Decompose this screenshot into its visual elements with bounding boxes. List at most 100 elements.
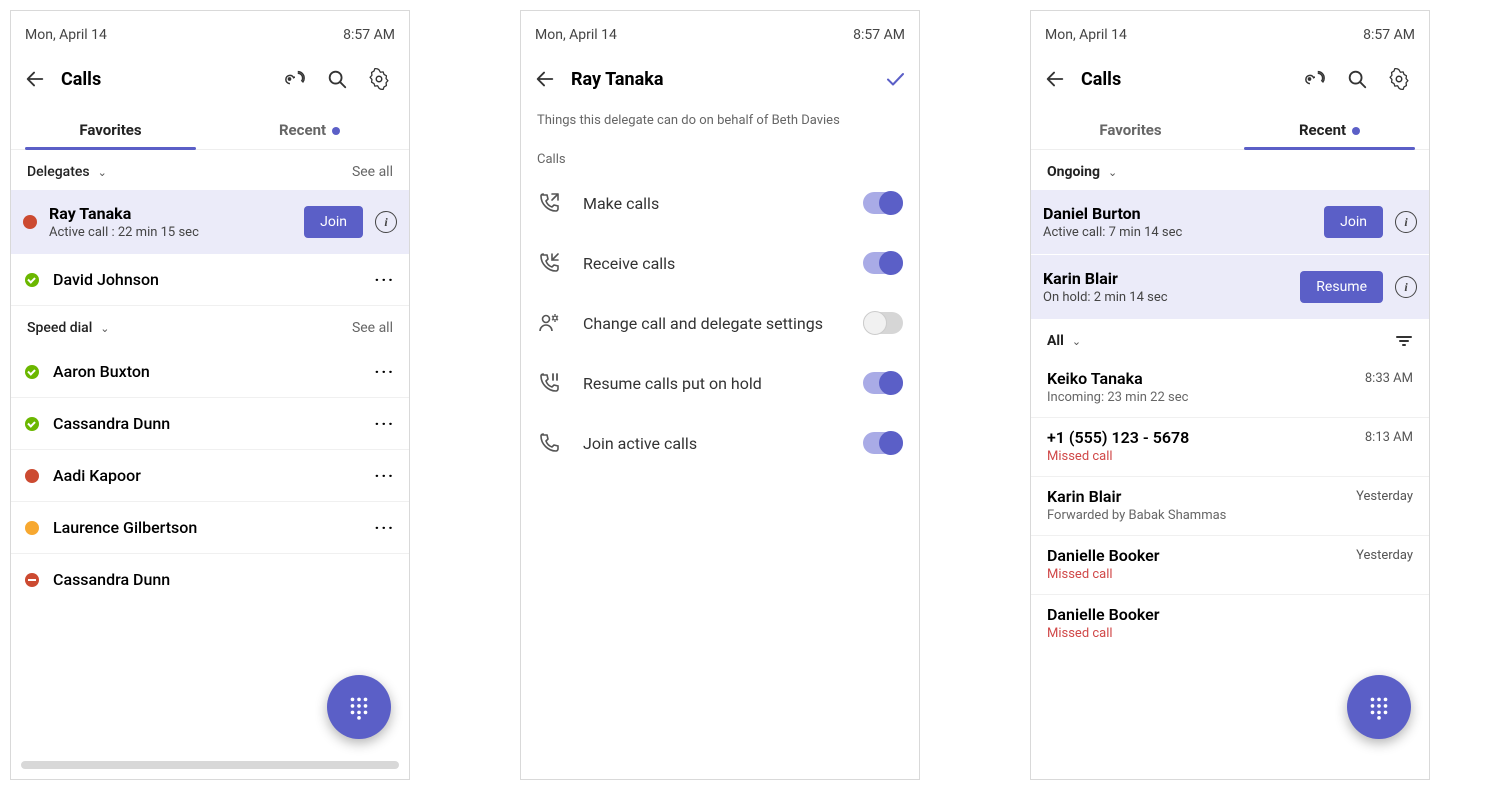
voicemail-icon: [1304, 68, 1326, 90]
scrollbar[interactable]: [21, 761, 399, 769]
contact-name: Aaron Buxton: [53, 362, 361, 381]
back-button[interactable]: [15, 59, 55, 99]
chevron-down-icon: ⌄: [1108, 166, 1117, 179]
gear-icon: [368, 68, 390, 90]
tab-favorites[interactable]: Favorites: [11, 107, 210, 149]
resume-button[interactable]: Resume: [1300, 271, 1383, 303]
more-button[interactable]: ···: [375, 270, 395, 289]
permission-row: Make calls: [521, 173, 919, 233]
more-button[interactable]: ···: [375, 414, 395, 433]
toggle-resume-calls[interactable]: [863, 372, 903, 394]
confirm-button[interactable]: [875, 59, 915, 99]
recent-name: +1 (555) 123 - 5678: [1047, 428, 1189, 447]
permissions-subtitle: Things this delegate can do on behalf of…: [521, 107, 919, 146]
recent-row[interactable]: Danielle Booker Missed call Yesterday: [1031, 536, 1429, 595]
presence-available-icon: [25, 417, 39, 431]
status-bar: Mon, April 14 8:57 AM: [1031, 11, 1429, 51]
status-time: 8:57 AM: [853, 27, 905, 43]
recent-row[interactable]: +1 (555) 123 - 5678 Missed call 8:13 AM: [1031, 418, 1429, 477]
recent-name: Danielle Booker: [1047, 546, 1160, 565]
active-call-status: Active call : 22 min 15 sec: [49, 225, 292, 240]
see-all-link[interactable]: See all: [352, 320, 393, 336]
contact-row[interactable]: Aadi Kapoor ···: [11, 450, 409, 502]
ongoing-name: Daniel Burton: [1043, 204, 1312, 223]
status-date: Mon, April 14: [535, 27, 617, 43]
join-button[interactable]: Join: [304, 206, 363, 238]
tab-recent[interactable]: Recent: [210, 107, 409, 149]
section-toggle[interactable]: Speed dial ⌄: [27, 320, 110, 336]
presence-dnd-icon: [25, 573, 39, 587]
voicemail-button[interactable]: [1295, 59, 1335, 99]
back-button[interactable]: [525, 59, 565, 99]
ongoing-call-card[interactable]: Daniel Burton Active call: 7 min 14 sec …: [1031, 190, 1429, 254]
section-delegates: Delegates ⌄ See all: [11, 150, 409, 190]
search-icon: [1346, 68, 1368, 90]
contact-row[interactable]: Cassandra Dunn ···: [11, 398, 409, 450]
check-icon: [883, 67, 907, 91]
info-button[interactable]: i: [1395, 211, 1417, 233]
phone-in-icon: [537, 251, 561, 275]
back-button[interactable]: [1035, 59, 1075, 99]
chevron-down-icon: ⌄: [98, 166, 107, 179]
toggle-join-active[interactable]: [863, 432, 903, 454]
permission-row: Join active calls: [521, 413, 919, 473]
more-button[interactable]: ···: [375, 466, 395, 485]
toggle-make-calls[interactable]: [863, 192, 903, 214]
nav-bar: Calls: [1031, 51, 1429, 107]
permission-label: Receive calls: [583, 254, 841, 273]
calls-favorites-screen: Mon, April 14 8:57 AM Calls Favorites Re…: [10, 10, 410, 780]
recent-time: Yesterday: [1356, 487, 1413, 504]
section-toggle[interactable]: Ongoing ⌄: [1047, 164, 1117, 180]
tab-recent[interactable]: Recent: [1230, 107, 1429, 149]
permission-row: Resume calls put on hold: [521, 353, 919, 413]
ongoing-status: On hold: 2 min 14 sec: [1043, 290, 1288, 305]
recent-time: 8:13 AM: [1365, 428, 1413, 445]
search-button[interactable]: [1337, 59, 1377, 99]
join-button[interactable]: Join: [1324, 206, 1383, 238]
dialpad-fab[interactable]: [1347, 675, 1411, 739]
contact-row[interactable]: David Johnson ···: [11, 254, 409, 306]
contact-row[interactable]: Aaron Buxton ···: [11, 346, 409, 398]
active-call-card[interactable]: Ray Tanaka Active call : 22 min 15 sec J…: [11, 190, 409, 254]
arrow-left-icon: [1044, 68, 1066, 90]
recent-sub: Incoming: 23 min 22 sec: [1047, 390, 1188, 405]
more-button[interactable]: ···: [375, 362, 395, 381]
recent-sub: Missed call: [1047, 449, 1189, 464]
settings-person-icon: [537, 311, 561, 335]
tab-favorites[interactable]: Favorites: [1031, 107, 1230, 149]
section-toggle[interactable]: Delegates ⌄: [27, 164, 107, 180]
permission-row: Change call and delegate settings: [521, 293, 919, 353]
chevron-down-icon: ⌄: [1072, 335, 1081, 348]
recent-name: Danielle Booker: [1047, 605, 1160, 624]
unread-dot-icon: [332, 127, 340, 135]
settings-button[interactable]: [359, 59, 399, 99]
search-button[interactable]: [317, 59, 357, 99]
recent-name: Keiko Tanaka: [1047, 369, 1188, 388]
recent-row[interactable]: Karin Blair Forwarded by Babak Shammas Y…: [1031, 477, 1429, 536]
contact-row[interactable]: Cassandra Dunn: [11, 554, 409, 605]
filter-button[interactable]: [1395, 336, 1413, 346]
section-label: All: [1047, 333, 1064, 349]
dialpad-fab[interactable]: [327, 675, 391, 739]
recent-row[interactable]: Danielle Booker Missed call: [1031, 595, 1429, 653]
info-button[interactable]: i: [1395, 276, 1417, 298]
see-all-link[interactable]: See all: [352, 164, 393, 180]
ongoing-call-card[interactable]: Karin Blair On hold: 2 min 14 sec Resume…: [1031, 255, 1429, 319]
section-toggle[interactable]: All ⌄: [1047, 333, 1081, 349]
toggle-receive-calls[interactable]: [863, 252, 903, 274]
settings-button[interactable]: [1379, 59, 1419, 99]
info-button[interactable]: i: [375, 211, 397, 233]
phone-out-icon: [537, 191, 561, 215]
contact-row[interactable]: Laurence Gilbertson ···: [11, 502, 409, 554]
permission-label: Change call and delegate settings: [583, 314, 841, 333]
toggle-change-settings[interactable]: [863, 312, 903, 334]
contact-name: Cassandra Dunn: [53, 414, 361, 433]
delegate-name-title: Ray Tanaka: [571, 69, 869, 90]
more-button[interactable]: ···: [375, 518, 395, 537]
delegate-permissions-screen: Mon, April 14 8:57 AM Ray Tanaka Things …: [520, 10, 920, 780]
phone-icon: [537, 431, 561, 455]
arrow-left-icon: [534, 68, 556, 90]
voicemail-button[interactable]: [275, 59, 315, 99]
group-label: Calls: [521, 146, 919, 173]
recent-row[interactable]: Keiko Tanaka Incoming: 23 min 22 sec 8:3…: [1031, 359, 1429, 418]
